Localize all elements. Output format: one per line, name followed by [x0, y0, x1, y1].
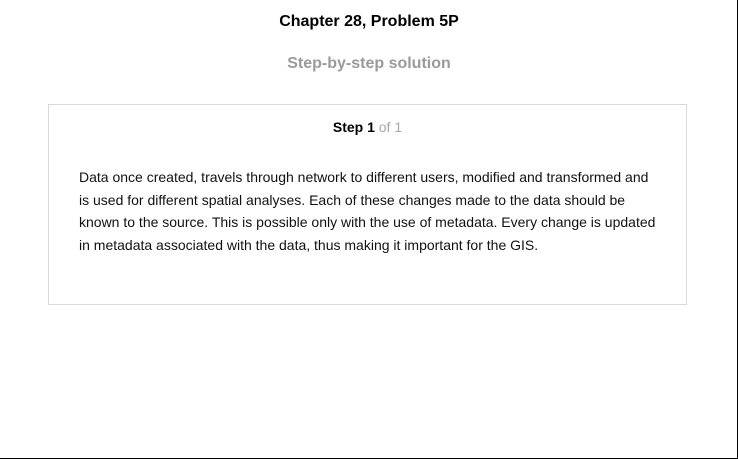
- page-title: Chapter 28, Problem 5P: [279, 13, 459, 30]
- step-card: Step 1 of 1 Data once created, travels t…: [48, 104, 687, 305]
- step-label: Step 1: [332, 119, 375, 135]
- step-header: Step 1 of 1: [49, 119, 686, 135]
- step-text: Data once created, travels through netwo…: [79, 169, 656, 253]
- page-subtitle: Step-by-step solution: [287, 55, 451, 72]
- step-count: of 1: [378, 119, 403, 135]
